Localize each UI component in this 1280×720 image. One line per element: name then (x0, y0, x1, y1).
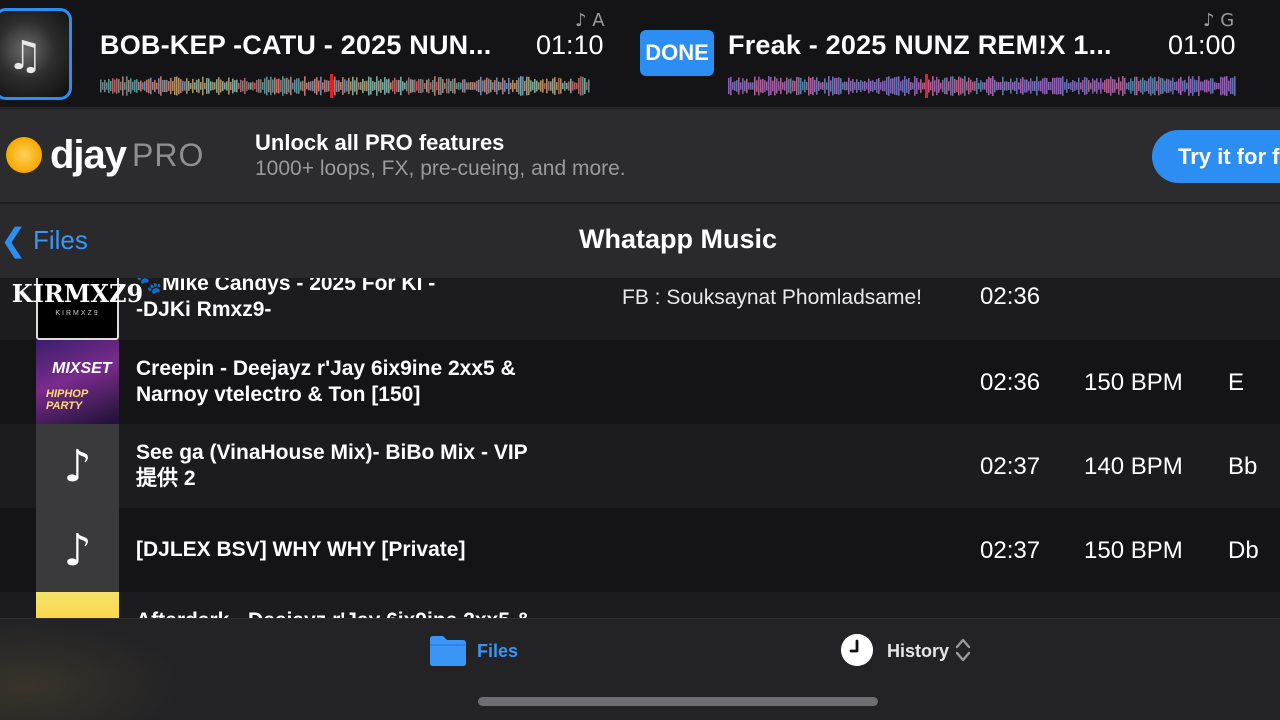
track-duration: 02:37 (980, 453, 1041, 480)
home-indicator[interactable] (478, 697, 878, 706)
page-title: Whatapp Music (578, 224, 777, 254)
track-bpm: 150 BPM (1084, 369, 1183, 396)
vinyl-disc-icon (6, 137, 42, 173)
brand-suffix: PRO (132, 137, 205, 173)
track-duration: 02:37 (980, 537, 1041, 564)
pro-promo-banner: djay PRO (0, 109, 1280, 203)
deck-a-title[interactable]: BOB-KEP -CATU - 2025 NUN... (100, 30, 491, 61)
deck-b-key-indicator: ♪ G (1203, 10, 1235, 31)
try-free-button[interactable]: Try it for free (1152, 130, 1280, 183)
music-note-icon: ♪ (63, 524, 92, 576)
track-row[interactable]: Afterdark - Deejayz r'Jay 6ix9ine 2xx5 & (0, 592, 1280, 618)
track-artwork: ♪ (36, 508, 119, 592)
music-note-icon: ♫ (7, 33, 43, 79)
decorative-glow (0, 620, 180, 720)
track-title: See ga (VinaHouse Mix)- BiBo Mix - VIP 提… (136, 441, 528, 490)
deck-b-waveform[interactable] (728, 74, 1236, 98)
tab-files[interactable]: Files (477, 641, 518, 662)
deck-a-artwork[interactable]: ♫ (0, 8, 72, 100)
track-artwork: ♪ (36, 424, 119, 508)
artwork-subtext: KIRMXZ9 (55, 310, 100, 317)
track-row[interactable]: KIRMXZ9 KIRMXZ9 🐾Mike Candys - 2025 For … (0, 278, 1280, 340)
folder-icon[interactable] (428, 633, 468, 667)
track-bpm: 150 BPM (1084, 537, 1183, 564)
deck-a-time: 01:10 (536, 30, 604, 60)
track-bpm: 140 BPM (1084, 453, 1183, 480)
deck-b-time: 01:00 (1168, 30, 1236, 60)
music-note-icon: ♪ (63, 440, 92, 492)
artwork-subtext: HIPHOP PARTY (46, 388, 88, 412)
promo-subtitle: 1000+ loops, FX, pre-cueing, and more. (255, 157, 626, 180)
artwork-text: MIXSET (52, 360, 112, 377)
track-title: [DJLEX BSV] WHY WHY [Private] (136, 538, 466, 561)
djay-pro-logo: djay PRO (6, 135, 204, 175)
track-artwork: KIRMXZ9 KIRMXZ9 (12, 278, 143, 340)
track-title: 🐾Mike Candys - 2025 For KI - -DJKi Rmxz9… (136, 278, 436, 321)
clock-icon[interactable] (841, 634, 873, 666)
deck-a-waveform[interactable] (100, 74, 590, 98)
track-row[interactable]: ♪ [DJLEX BSV] WHY WHY [Private] 02:37 15… (0, 508, 1280, 592)
track-list[interactable]: KIRMXZ9 KIRMXZ9 🐾Mike Candys - 2025 For … (0, 278, 1280, 618)
promo-title: Unlock all PRO features (255, 130, 505, 155)
track-artwork: MIXSET HIPHOP PARTY (36, 340, 119, 424)
sort-chevrons-icon[interactable] (955, 636, 971, 664)
track-artwork (36, 592, 119, 618)
brand-name: djay (50, 133, 127, 177)
track-title: Afterdark - Deejayz r'Jay 6ix9ine 2xx5 & (136, 608, 596, 618)
track-key: Db (1228, 537, 1259, 564)
tab-history[interactable]: History (887, 641, 949, 662)
done-button[interactable]: DONE (640, 30, 714, 76)
track-key: Bb (1228, 453, 1258, 480)
track-row[interactable]: MIXSET HIPHOP PARTY Creepin - Deejayz r'… (0, 340, 1280, 424)
artwork-text: KIRMXZ9 (11, 279, 144, 308)
track-key: E (1228, 369, 1245, 396)
track-duration: 02:36 (980, 283, 1041, 310)
deck-b-title[interactable]: Freak - 2025 NUNZ REM!X 1... (728, 30, 1112, 61)
deck-a-key-indicator: ♪ A (575, 10, 605, 31)
track-row[interactable]: ♪ See ga (VinaHouse Mix)- BiBo Mix - VIP… (0, 424, 1280, 508)
track-comment: FB : Souksaynat Phomladsame! (622, 286, 922, 309)
track-title: Creepin - Deejayz r'Jay 6ix9ine 2xx5 & N… (136, 357, 516, 406)
track-duration: 02:36 (980, 369, 1041, 396)
